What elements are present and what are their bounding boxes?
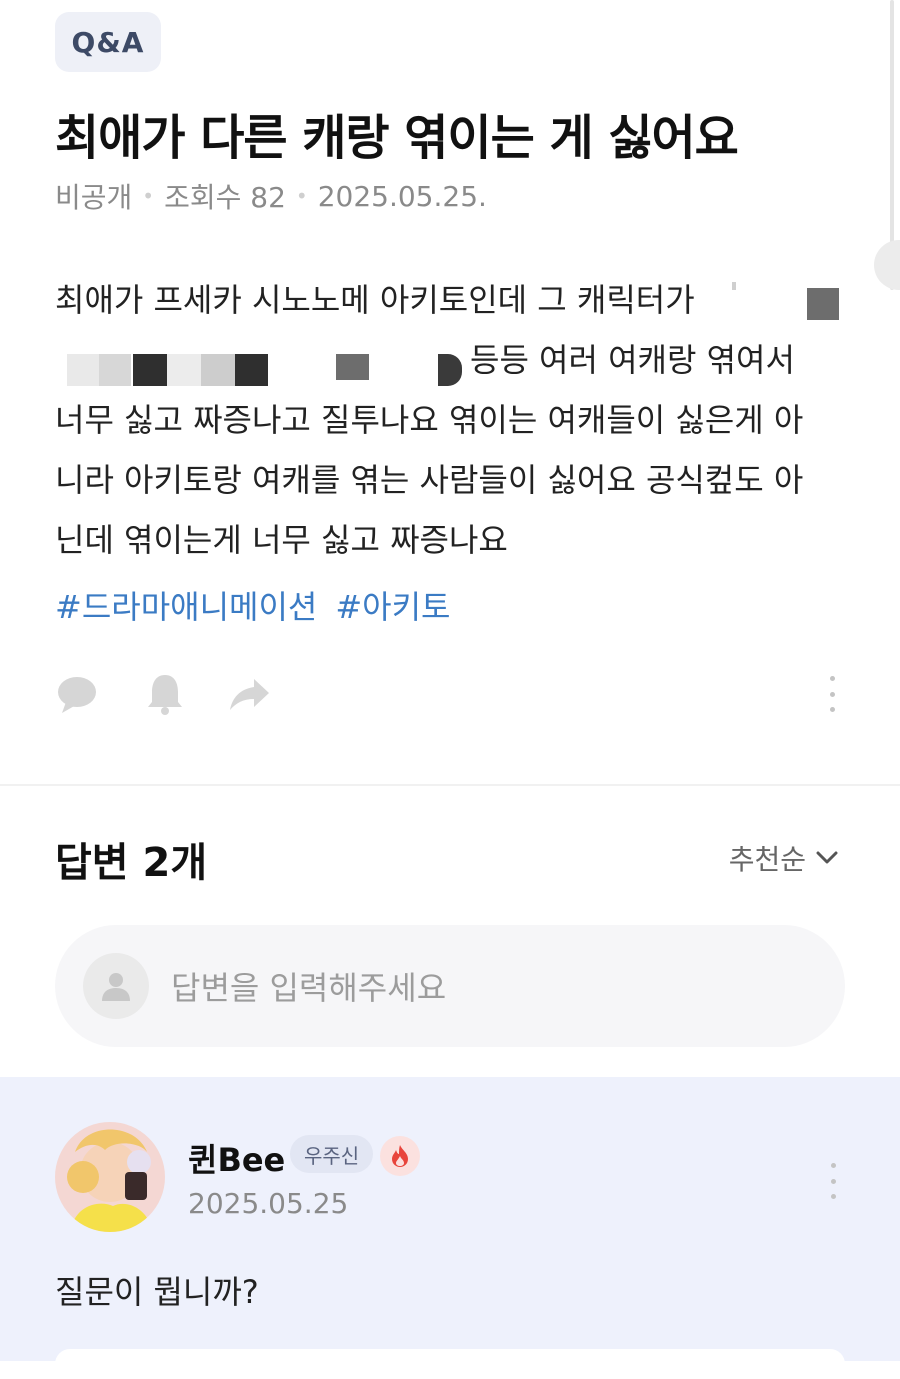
redaction-block <box>201 354 235 386</box>
body-line-1: 최애가 프세카 시노노메 아키토인데 그 캐릭터가 <box>55 270 845 330</box>
share-button[interactable] <box>227 672 271 716</box>
post-body: 최애가 프세카 시노노메 아키토인데 그 캐릭터가 등등 여러 여캐랑 엮여서 … <box>55 270 845 570</box>
redaction-block <box>133 354 167 386</box>
share-arrow-icon <box>230 679 269 710</box>
redaction-block <box>438 354 462 386</box>
separator-dot: • <box>295 184 308 208</box>
redaction-block <box>99 354 131 386</box>
post-title: 최애가 다른 캐랑 엮이는 게 싫어요 <box>55 110 739 166</box>
visibility-label: 비공개 <box>55 181 133 214</box>
answer-text: 질문이 뭡니까? <box>55 1273 259 1311</box>
sort-dropdown[interactable]: 추천순 <box>729 838 838 878</box>
redaction-block <box>732 282 736 290</box>
user-avatar-placeholder <box>83 953 149 1019</box>
post-meta: 비공개 • 조회수 82 • 2025.05.25. <box>55 176 487 216</box>
post-date: 2025.05.25. <box>317 179 487 213</box>
body-line-5: 닌데 엮이는게 너무 싫고 짜증나요 <box>55 521 508 559</box>
body-line-4: 니라 아키토랑 여캐를 엮는 사람들이 싫어요 공식컾도 아 <box>55 461 804 499</box>
author-avatar[interactable] <box>55 1122 165 1232</box>
redaction-block <box>167 354 201 386</box>
comment-button[interactable] <box>55 672 99 716</box>
answer-footer-bar <box>55 1349 845 1379</box>
bell-icon <box>148 675 182 715</box>
kebab-menu-icon[interactable] <box>828 1163 838 1199</box>
chevron-down-icon <box>816 851 838 864</box>
answer-card: 퀸Bee 우주신 2025.05.25 질문이 뭡니까? <box>0 1077 900 1379</box>
tag-drama-animation[interactable]: #드라마애니메이션 <box>55 582 317 628</box>
redaction-block <box>235 354 268 386</box>
redaction-block <box>336 354 369 380</box>
separator-dot: • <box>142 184 155 208</box>
body-line-3: 너무 싫고 짜증나고 질투나요 엮이는 여캐들이 싫은게 아 <box>55 401 804 439</box>
person-icon <box>102 973 130 1001</box>
section-divider <box>0 784 900 786</box>
author-name[interactable]: 퀸Bee <box>188 1135 285 1181</box>
subscribe-button[interactable] <box>143 672 187 716</box>
redaction-block <box>67 354 99 386</box>
sort-label: 추천순 <box>728 843 806 876</box>
qa-badge: Q&A <box>55 12 161 72</box>
speech-bubble-icon <box>58 677 96 713</box>
fire-icon <box>380 1136 420 1176</box>
scroll-handle[interactable] <box>874 240 900 290</box>
kebab-menu-icon[interactable] <box>827 676 837 712</box>
answer-input-placeholder: 답변을 입력해주세요 <box>171 969 447 1007</box>
body-line-2: 등등 여러 여캐랑 엮여서 <box>55 330 845 390</box>
answer-input[interactable]: 답변을 입력해주세요 <box>55 925 845 1047</box>
redaction-block <box>807 288 839 320</box>
answer-count: 답변 2개 <box>55 840 208 886</box>
answer-date: 2025.05.25 <box>188 1187 349 1220</box>
post-actions <box>55 672 845 720</box>
author-grade-badge: 우주신 <box>290 1135 374 1173</box>
body-line-2-text: 등등 여러 여캐랑 엮여서 <box>470 341 795 379</box>
tag-akito[interactable]: #아키토 <box>335 582 450 628</box>
view-count: 조회수 82 <box>164 181 286 214</box>
tag-list: #드라마애니메이션 #아키토 <box>55 582 450 628</box>
